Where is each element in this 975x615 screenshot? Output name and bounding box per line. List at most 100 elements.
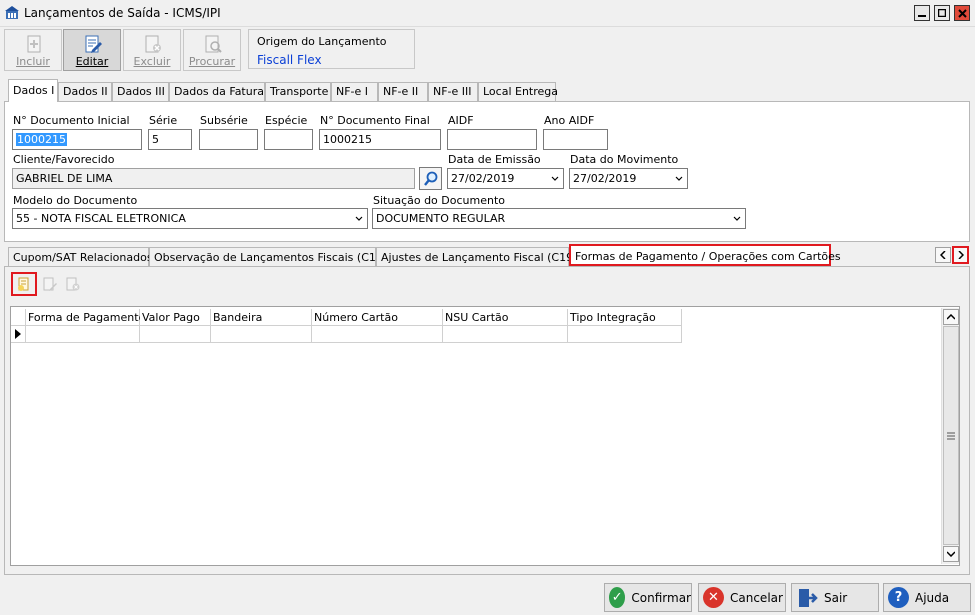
especie-input[interactable]: [264, 129, 313, 150]
doc-inicial-value: 1000215: [16, 133, 67, 146]
row-indicator: [11, 326, 26, 343]
incluir-label: Incluir: [16, 55, 50, 68]
delete-document-icon: [145, 35, 161, 53]
column-bandeira[interactable]: Bandeira: [211, 309, 312, 326]
procurar-label: Procurar: [188, 55, 236, 68]
maximize-button[interactable]: [934, 5, 950, 21]
column-forma-pagamento[interactable]: Forma de Pagamento: [26, 309, 145, 326]
tab-dados-fatura[interactable]: Dados da Fatura: [169, 82, 265, 101]
cancel-icon: ✕: [703, 587, 724, 608]
column-nsu-cartao[interactable]: NSU Cartão: [443, 309, 568, 326]
tab-transporte[interactable]: Transporte: [265, 82, 331, 101]
cliente-search-button[interactable]: [419, 167, 442, 190]
delete-record-icon: [66, 277, 80, 291]
title-bar: Lançamentos de Saída - ICMS/IPI: [0, 0, 975, 27]
excluir-label: Excluir: [133, 55, 171, 68]
ano-aidf-label: Ano AIDF: [544, 114, 595, 127]
tab-cupom-sat[interactable]: Cupom/SAT Relacionados: [8, 247, 153, 266]
tab-dados-iii[interactable]: Dados III: [112, 82, 169, 101]
ajuda-label: Ajuda: [915, 590, 950, 605]
tab-nfe-i[interactable]: NF-e I: [331, 82, 378, 101]
scroll-down-button[interactable]: [943, 546, 959, 562]
current-row-arrow-icon: [15, 329, 21, 339]
tab-ajustes-c197[interactable]: Ajustes de Lançamento Fiscal (C197): [376, 247, 584, 266]
chevron-right-icon: [957, 251, 964, 259]
grid-add-button[interactable]: [11, 272, 37, 296]
ajuda-button[interactable]: ? Ajuda: [883, 583, 971, 612]
especie-label: Espécie: [265, 114, 308, 127]
maximize-icon: [938, 9, 946, 17]
table-cell[interactable]: [312, 326, 443, 343]
table-cell[interactable]: [568, 326, 682, 343]
tab-nfe-ii[interactable]: NF-e II: [378, 82, 428, 101]
check-icon: ✓: [609, 587, 626, 608]
chevron-down-icon: [355, 216, 363, 221]
editar-button[interactable]: Editar: [63, 29, 121, 71]
tab-observacao-c195[interactable]: Observação de Lançamentos Fiscais (C195): [149, 247, 394, 266]
editar-label: Editar: [75, 55, 109, 68]
tab-dados-ii[interactable]: Dados II: [58, 82, 112, 101]
doc-inicial-label: N° Documento Inicial: [13, 114, 130, 127]
edit-record-icon: [43, 277, 57, 291]
subserie-label: Subsérie: [200, 114, 248, 127]
column-tipo-integracao[interactable]: Tipo Integração: [568, 309, 682, 326]
data-movimento-picker[interactable]: 27/02/2019: [569, 168, 688, 189]
column-numero-cartao[interactable]: Número Cartão: [312, 309, 443, 326]
tab-formas-pagamento[interactable]: Formas de Pagamento / Operações com Cart…: [569, 244, 841, 266]
situacao-value: DOCUMENTO REGULAR: [376, 212, 506, 225]
tab-nfe-iii[interactable]: NF-e III: [428, 82, 478, 101]
data-emissao-picker[interactable]: 27/02/2019: [447, 168, 564, 189]
chevron-down-icon: [675, 176, 683, 181]
minimize-button[interactable]: [914, 5, 930, 21]
exit-door-icon: [799, 588, 818, 607]
excluir-button[interactable]: Excluir: [123, 29, 181, 71]
situacao-select[interactable]: DOCUMENTO REGULAR: [372, 208, 746, 229]
doc-final-label: N° Documento Final: [320, 114, 430, 127]
column-valor-pago[interactable]: Valor Pago: [140, 309, 211, 326]
tab-scroll-right-button[interactable]: [952, 246, 969, 264]
scroll-up-button[interactable]: [943, 309, 959, 325]
chevron-down-icon: [947, 551, 955, 557]
grid-vertical-scrollbar[interactable]: [941, 308, 959, 564]
close-button[interactable]: [954, 5, 970, 21]
table-cell[interactable]: [140, 326, 211, 343]
origin-label: Origem do Lançamento: [257, 35, 387, 48]
situacao-label: Situação do Documento: [373, 194, 506, 207]
sair-button[interactable]: Sair: [791, 583, 879, 612]
tab-scroll-left-button[interactable]: [935, 247, 951, 263]
chevron-down-icon: [551, 176, 559, 181]
incluir-button[interactable]: Incluir: [4, 29, 62, 71]
cliente-input[interactable]: GABRIEL DE LIMA: [12, 168, 415, 189]
cancelar-button[interactable]: ✕ Cancelar: [698, 583, 786, 612]
subserie-input[interactable]: [199, 129, 258, 150]
close-icon: [957, 8, 967, 18]
window-title: Lançamentos de Saída - ICMS/IPI: [24, 6, 221, 20]
table-cell[interactable]: [443, 326, 568, 343]
edit-document-icon: [85, 35, 102, 53]
chevron-up-icon: [947, 314, 955, 320]
tab-local-entrega[interactable]: Local Entrega: [478, 82, 558, 101]
data-emissao-label: Data de Emissão: [448, 153, 541, 166]
table-cell[interactable]: [211, 326, 312, 343]
aidf-input[interactable]: [447, 129, 537, 150]
grid-edit-button[interactable]: [40, 274, 60, 294]
confirmar-button[interactable]: ✓ Confirmar: [604, 583, 692, 612]
grid-delete-button[interactable]: [63, 274, 83, 294]
minimize-icon: [918, 15, 926, 17]
scroll-thumb[interactable]: [943, 326, 959, 545]
tab-dados-i[interactable]: Dados I: [8, 79, 58, 102]
serie-input[interactable]: 5: [148, 129, 192, 150]
table-cell[interactable]: [26, 326, 140, 343]
payment-grid: [10, 306, 960, 566]
data-emissao-value: 27/02/2019: [451, 172, 515, 185]
ano-aidf-input[interactable]: [543, 129, 608, 150]
procurar-button[interactable]: Procurar: [183, 29, 241, 71]
modelo-select[interactable]: 55 - NOTA FISCAL ELETRONICA: [12, 208, 368, 229]
serie-label: Série: [149, 114, 178, 127]
app-icon: [5, 6, 19, 20]
doc-inicial-input[interactable]: 1000215: [12, 129, 142, 150]
origin-value: Fiscall Flex: [257, 53, 322, 67]
chevron-down-icon: [733, 216, 741, 221]
sair-label: Sair: [824, 590, 848, 605]
doc-final-input[interactable]: 1000215: [319, 129, 441, 150]
